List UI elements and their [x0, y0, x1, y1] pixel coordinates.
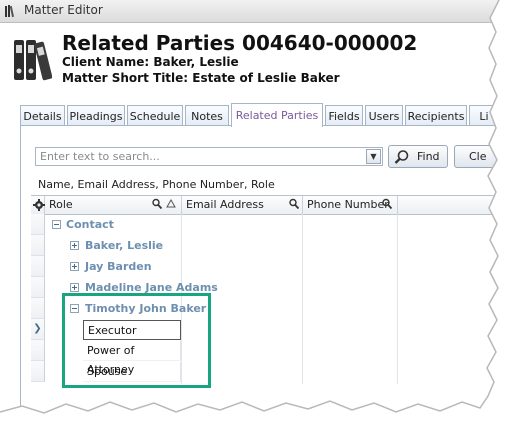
- tab-related-parties[interactable]: Related Parties: [231, 103, 323, 127]
- torn-edge-overlay: [0, 0, 506, 434]
- tab-label: Related Parties: [235, 109, 319, 122]
